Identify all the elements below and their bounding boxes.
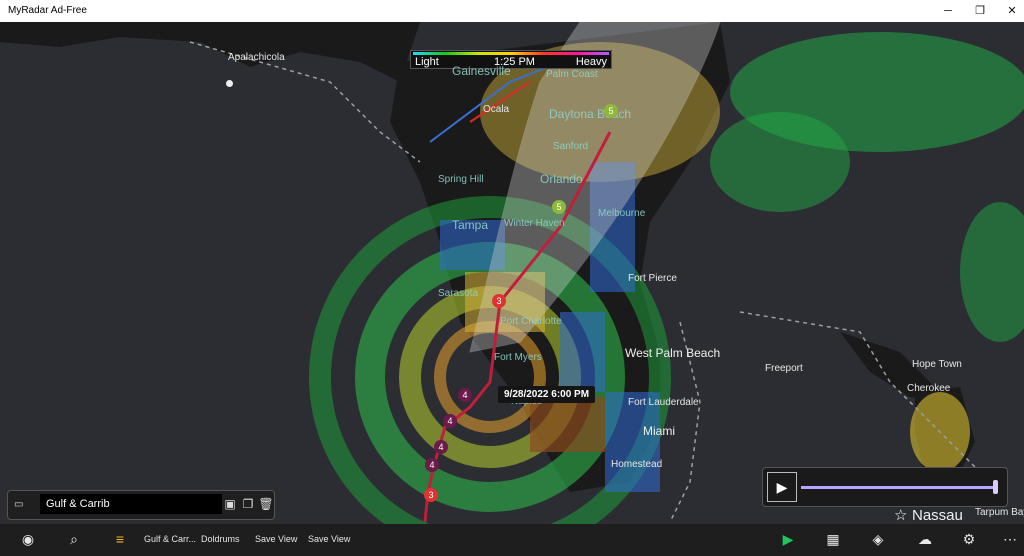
city-dot: [226, 80, 233, 87]
storm-marker[interactable]: 3: [424, 488, 438, 502]
city-tampa: Tampa: [452, 218, 489, 232]
locate-icon[interactable]: ◉: [18, 531, 38, 548]
city-gainesville: Gainesville: [452, 64, 511, 78]
favorite-star-icon[interactable]: ☆: [894, 506, 907, 524]
radar-legend: Light 1:25 PM Heavy: [410, 50, 612, 69]
minimize-button[interactable]: ─: [930, 0, 966, 22]
city-west-palm-beach: West Palm Beach: [625, 346, 721, 360]
city-apalachicola: Apalachicola: [228, 52, 285, 63]
timeline-slider[interactable]: [801, 486, 996, 489]
layers-icon[interactable]: ◈: [868, 531, 888, 548]
animation-player: ▶: [762, 467, 1008, 507]
save-view-button-2[interactable]: Save View: [308, 534, 350, 544]
saved-view-doldrums[interactable]: Doldrums: [201, 534, 240, 544]
delete-icon[interactable]: 🗑: [258, 496, 274, 512]
city-cherokee: Cherokee: [907, 383, 951, 394]
city-fort-myers: Fort Myers: [494, 352, 542, 363]
city-miami: Miami: [643, 424, 675, 438]
copy-icon[interactable]: ❐: [240, 496, 256, 512]
storm-marker[interactable]: 4: [443, 414, 457, 428]
weather-icon[interactable]: ☁: [915, 531, 935, 548]
legend-light-label: Light: [415, 56, 439, 68]
city-orlando: Orlando: [540, 172, 583, 186]
timeline-knob[interactable]: [993, 480, 998, 494]
play-button[interactable]: ▶: [767, 472, 797, 502]
play-icon[interactable]: ▶: [778, 531, 798, 548]
save-icon[interactable]: ▣: [222, 496, 238, 512]
close-button[interactable]: ✕: [994, 0, 1024, 22]
city-daytona: Daytona Beach: [549, 107, 632, 121]
more-icon[interactable]: ⋯: [1000, 531, 1020, 548]
city-palm-coast: Palm Coast: [546, 69, 598, 80]
restore-button[interactable]: ❐: [962, 0, 998, 22]
storm-marker[interactable]: 4: [458, 388, 472, 402]
search-icon[interactable]: ⌕: [64, 531, 84, 548]
legend-gradient: [413, 52, 609, 55]
legend-heavy-label: Heavy: [575, 56, 607, 68]
city-fort-lauderdale: Fort Lauderdale: [628, 397, 699, 408]
storm-marker[interactable]: 5: [604, 104, 618, 118]
storm-marker[interactable]: 3: [492, 294, 506, 308]
storm-marker[interactable]: 4: [425, 458, 439, 472]
city-fort-pierce: Fort Pierce: [628, 273, 677, 284]
city-winter-haven: Winter Haven: [504, 218, 565, 229]
menu-icon[interactable]: ≡: [110, 531, 130, 547]
radar-map[interactable]: Light 1:25 PM Heavy Apalachicola Gainesv…: [0, 22, 1024, 524]
city-hope-town: Hope Town: [912, 359, 962, 370]
storm-time-callout: 9/28/2022 6:00 PM: [498, 386, 596, 403]
layers-icon[interactable]: ▭: [14, 499, 26, 510]
saved-view-panel: ▭ Gulf & Carrib ▣ ❐ 🗑: [7, 490, 275, 520]
city-port-charlotte: Port Charlotte: [500, 316, 562, 327]
city-freeport: Freeport: [765, 363, 803, 374]
bottom-toolbar: ◉ ⌕ ≡ Gulf & Carr... Doldrums Save View …: [0, 524, 1024, 556]
city-melbourne: Melbourne: [598, 208, 646, 219]
window-title: MyRadar Ad-Free: [8, 5, 87, 16]
map-icon[interactable]: ▦: [823, 531, 843, 548]
map-canvas: [0, 22, 1024, 524]
city-tarpum-bay: Tarpum Bay: [975, 507, 1024, 518]
storm-marker[interactable]: 4: [434, 440, 448, 454]
settings-gear-icon[interactable]: ⚙: [959, 531, 979, 548]
saved-view-gulf[interactable]: Gulf & Carr...: [144, 534, 196, 544]
city-sarasota: Sarasota: [438, 288, 479, 299]
city-sanford: Sanford: [553, 141, 589, 152]
city-homestead: Homestead: [611, 459, 663, 470]
title-bar: MyRadar Ad-Free ─ ❐ ✕: [0, 0, 1024, 22]
storm-marker[interactable]: 5: [552, 200, 566, 214]
city-spring-hill: Spring Hill: [438, 174, 484, 185]
saved-view-field[interactable]: Gulf & Carrib: [40, 494, 222, 514]
city-nassau: Nassau: [912, 507, 963, 524]
save-view-button-1[interactable]: Save View: [255, 534, 297, 544]
city-ocala: Ocala: [483, 104, 510, 115]
